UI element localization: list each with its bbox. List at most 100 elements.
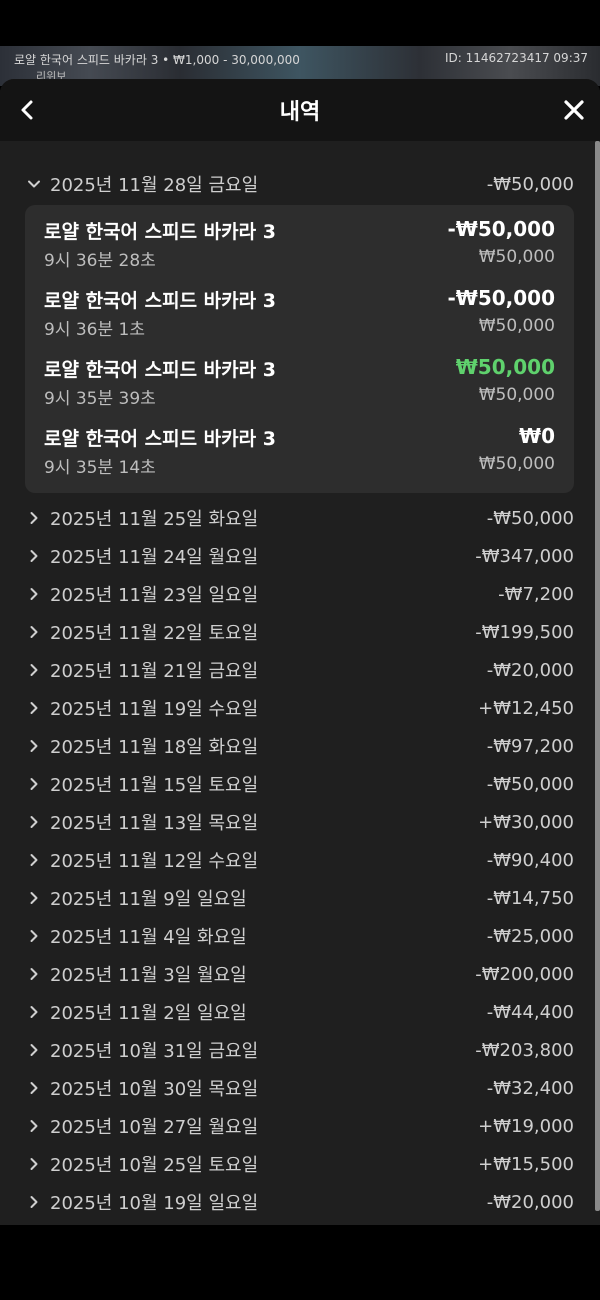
- day-row[interactable]: 2025년 10월 30일 목요일 -₩32,400: [0, 1069, 594, 1107]
- day-total: -₩50,000: [486, 507, 574, 529]
- bet-stake: ₩50,000: [478, 385, 555, 405]
- bet-result: -₩50,000: [447, 286, 555, 310]
- scrollbar[interactable]: [595, 141, 600, 1211]
- day-date: 2025년 10월 30일 목요일: [50, 1079, 259, 1100]
- day-row[interactable]: 2025년 11월 18일 화요일 -₩97,200: [0, 727, 594, 765]
- day-total: -₩50,000: [486, 173, 574, 195]
- bet-time: 9시 35분 39초: [44, 389, 156, 409]
- day-row[interactable]: 2025년 11월 24일 월요일 -₩347,000: [0, 537, 594, 575]
- day-row[interactable]: 2025년 10월 27일 월요일 +₩19,000: [0, 1107, 594, 1145]
- bet-time: 9시 35분 14초: [44, 458, 156, 478]
- chevron-right-icon: [30, 740, 38, 752]
- chevron-right-icon: [30, 968, 38, 980]
- game-info-text: 로얄 한국어 스피드 바카라 3 • ₩1,000 - 30,000,000: [14, 53, 300, 67]
- chevron-right-icon: [30, 1158, 38, 1170]
- bet-stake: ₩50,000: [478, 247, 555, 267]
- day-date: 2025년 11월 15일 토요일: [50, 775, 259, 796]
- day-date: 2025년 10월 27일 월요일: [50, 1117, 259, 1138]
- chevron-right-icon: [30, 930, 38, 942]
- chevron-right-icon: [30, 1044, 38, 1056]
- day-date: 2025년 11월 21일 금요일: [50, 661, 259, 682]
- bet-list-card: 로얄 한국어 스피드 바카라 3 9시 36분 28초 -₩50,000 ₩50…: [25, 205, 574, 493]
- day-total: +₩15,500: [478, 1153, 574, 1175]
- close-button[interactable]: [560, 96, 588, 124]
- chevron-right-icon: [30, 778, 38, 790]
- day-total: -₩14,750: [486, 887, 574, 909]
- day-date: 2025년 11월 18일 화요일: [50, 737, 259, 758]
- chevron-right-icon: [30, 512, 38, 524]
- chevron-right-icon: [30, 664, 38, 676]
- day-total: -₩32,400: [486, 1077, 574, 1099]
- day-row[interactable]: 2025년 11월 23일 일요일 -₩7,200: [0, 575, 594, 613]
- day-row[interactable]: 2025년 10월 31일 금요일 -₩203,800: [0, 1031, 594, 1069]
- page-title: 내역: [279, 100, 321, 125]
- bet-item[interactable]: 로얄 한국어 스피드 바카라 3 9시 36분 1초 -₩50,000 ₩50,…: [44, 280, 555, 349]
- bet-item[interactable]: 로얄 한국어 스피드 바카라 3 9시 35분 39초 ₩50,000 ₩50,…: [44, 349, 555, 418]
- day-total: -₩44,400: [486, 1001, 574, 1023]
- chevron-right-icon: [30, 550, 38, 562]
- day-row[interactable]: 2025년 11월 12일 수요일 -₩90,400: [0, 841, 594, 879]
- day-row[interactable]: 2025년 11월 19일 수요일 +₩12,450: [0, 689, 594, 727]
- day-total: -₩200,000: [475, 963, 574, 985]
- day-total: -₩347,000: [475, 545, 574, 567]
- day-date: 2025년 10월 25일 토요일: [50, 1155, 259, 1176]
- day-total: -₩20,000: [486, 659, 574, 681]
- day-date: 2025년 11월 23일 일요일: [50, 585, 259, 606]
- bet-result: -₩50,000: [447, 217, 555, 241]
- bet-result: ₩0: [519, 424, 555, 448]
- day-row[interactable]: 2025년 11월 21일 금요일 -₩20,000: [0, 651, 594, 689]
- bet-game-name: 로얄 한국어 스피드 바카라 3: [44, 221, 276, 243]
- history-sheet: 내역 2025년 11월 28일 금요일 -₩50,000 로얄 한국어 스피드…: [0, 79, 600, 1225]
- day-row[interactable]: 2025년 11월 15일 토요일 -₩50,000: [0, 765, 594, 803]
- bet-stake: ₩50,000: [478, 454, 555, 474]
- day-date: 2025년 11월 3일 월요일: [50, 965, 247, 986]
- status-bar: [0, 0, 600, 48]
- day-total: +₩19,000: [478, 1115, 574, 1137]
- day-date: 2025년 11월 4일 화요일: [50, 927, 247, 948]
- day-row[interactable]: 2025년 11월 13일 목요일 +₩30,000: [0, 803, 594, 841]
- bet-result: ₩50,000: [455, 355, 555, 379]
- day-row[interactable]: 2025년 11월 3일 월요일 -₩200,000: [0, 955, 594, 993]
- chevron-right-icon: [30, 816, 38, 828]
- day-row[interactable]: 2025년 11월 22일 토요일 -₩199,500: [0, 613, 594, 651]
- day-total: -₩97,200: [486, 735, 574, 757]
- bet-time: 9시 36분 1초: [44, 320, 145, 340]
- sheet-header: 내역: [0, 79, 600, 141]
- day-date: 2025년 10월 31일 금요일: [50, 1041, 259, 1062]
- day-row[interactable]: 2025년 10월 25일 토요일 +₩15,500: [0, 1145, 594, 1183]
- bet-stake: ₩50,000: [478, 316, 555, 336]
- day-date: 2025년 11월 9일 일요일: [50, 889, 247, 910]
- day-row[interactable]: 2025년 11월 25일 화요일 -₩50,000: [0, 499, 594, 537]
- day-total: -₩25,000: [486, 925, 574, 947]
- bet-time: 9시 36분 28초: [44, 251, 156, 271]
- day-row[interactable]: 2025년 11월 4일 화요일 -₩25,000: [0, 917, 594, 955]
- chevron-right-icon: [30, 1082, 38, 1094]
- day-total: -₩203,800: [475, 1039, 574, 1061]
- day-row-expanded[interactable]: 2025년 11월 28일 금요일 -₩50,000: [0, 165, 594, 203]
- day-total: -₩90,400: [486, 849, 574, 871]
- day-list: 2025년 11월 25일 화요일 -₩50,000 2025년 11월 24일 월…: [0, 499, 594, 1225]
- bottom-area: [0, 1225, 600, 1300]
- day-date: 2025년 11월 2일 일요일: [50, 1003, 247, 1024]
- close-x-icon: [564, 100, 584, 120]
- bet-item[interactable]: 로얄 한국어 스피드 바카라 3 9시 36분 28초 -₩50,000 ₩50…: [44, 211, 555, 280]
- chevron-right-icon: [30, 1006, 38, 1018]
- history-list[interactable]: 2025년 11월 28일 금요일 -₩50,000 로얄 한국어 스피드 바카…: [0, 141, 594, 1225]
- day-total: +₩30,000: [478, 811, 574, 833]
- chevron-right-icon: [30, 1120, 38, 1132]
- day-date: 2025년 11월 13일 목요일: [50, 813, 259, 834]
- day-total: +₩12,450: [478, 697, 574, 719]
- day-row[interactable]: 2025년 11월 2일 일요일 -₩44,400: [0, 993, 594, 1031]
- chevron-right-icon: [30, 1196, 38, 1208]
- day-date: 2025년 11월 24일 월요일: [50, 547, 259, 568]
- day-date: 2025년 11월 28일 금요일: [50, 175, 259, 196]
- day-total: -₩50,000: [486, 773, 574, 795]
- bet-item[interactable]: 로얄 한국어 스피드 바카라 3 9시 35분 14초 ₩0 ₩50,000: [44, 418, 555, 487]
- day-total: -₩7,200: [498, 583, 574, 605]
- day-row[interactable]: 2025년 11월 9일 일요일 -₩14,750: [0, 879, 594, 917]
- chevron-right-icon: [30, 892, 38, 904]
- chevron-down-icon: [28, 180, 40, 188]
- chevron-right-icon: [30, 626, 38, 638]
- day-row[interactable]: 2025년 10월 19일 일요일 -₩20,000: [0, 1183, 594, 1221]
- day-date: 2025년 11월 19일 수요일: [50, 699, 259, 720]
